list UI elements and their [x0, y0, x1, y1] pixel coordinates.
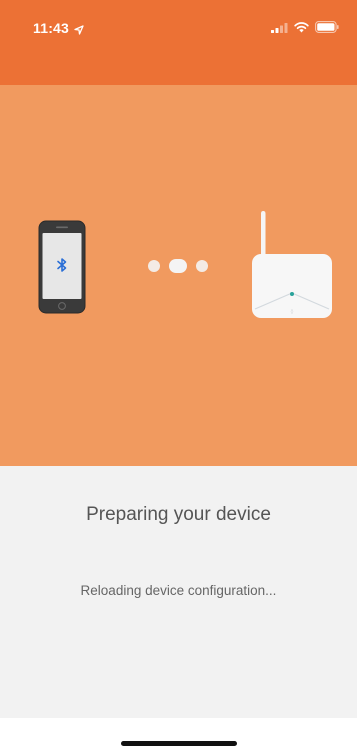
status-icons	[271, 20, 339, 38]
setup-screen: 11:43 ◊ Preparing your device Reloading …	[0, 0, 357, 752]
router-icon: ◊	[249, 209, 335, 326]
status-message: Reloading device configuration...	[80, 583, 277, 598]
status-time: 11:43	[33, 20, 70, 36]
cellular-signal-icon	[271, 20, 288, 38]
home-indicator[interactable]	[121, 741, 237, 746]
status-bar: 11:43	[0, 0, 357, 46]
bluetooth-icon	[55, 257, 69, 278]
status-panel: Preparing your device Reloading device c…	[0, 466, 357, 718]
progress-dot	[148, 260, 160, 272]
location-arrow-icon	[74, 22, 84, 40]
wifi-icon	[294, 20, 309, 38]
progress-dots	[148, 259, 208, 273]
page-title: Preparing your device	[86, 504, 271, 525]
header: 11:43	[0, 0, 357, 85]
pairing-illustration: ◊	[0, 85, 357, 466]
battery-icon	[315, 20, 339, 38]
progress-dot	[196, 260, 208, 272]
smartphone-icon	[38, 220, 86, 319]
bottom-bar	[0, 718, 357, 752]
progress-dot-active	[169, 259, 187, 273]
